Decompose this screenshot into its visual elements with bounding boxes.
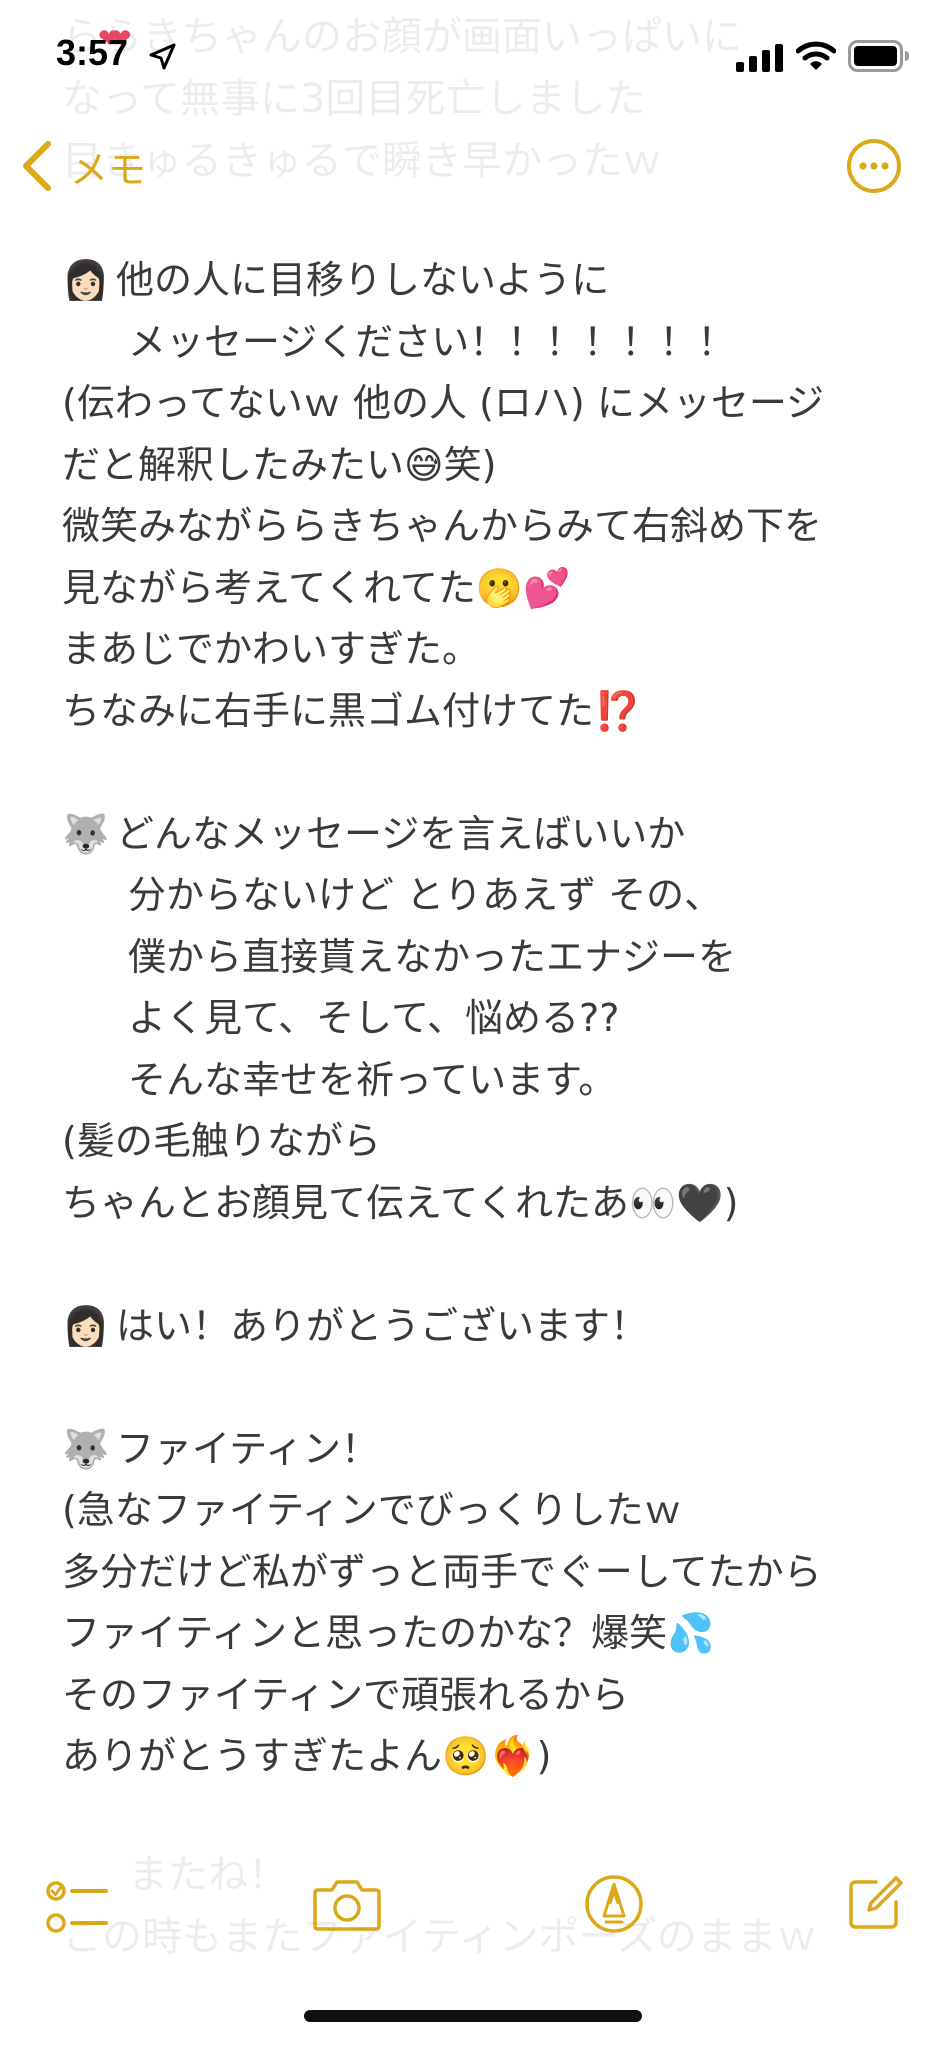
ghost-line: 目きゅるきゅるで瞬き早かったｗ [62, 138, 662, 184]
ghost-line: この時もまたファイティンポーズのままｗ [62, 1914, 817, 1960]
markup-pen-icon[interactable] [584, 1874, 644, 1934]
note-line-text: メッセージください！！！！！！！ [128, 319, 736, 364]
note-line-text: そのファイティンで頑張れるから [62, 1672, 629, 1717]
note-line: まあじでかわいすぎた。 [62, 619, 902, 681]
status-bar: ❤❤ 3:57 [0, 0, 946, 116]
note-line-text: (髪の毛触りながら [62, 1119, 381, 1163]
note-line-text: 微笑みながららきちゃんからみて右斜め下を [62, 504, 823, 548]
note-line-text: (急なファイティンでびっくりしたｗ [62, 1488, 682, 1532]
note-line-text: ちなみに右手に黒ゴム付けてた⁉️ [62, 688, 642, 733]
note-line-text: ファイティンと思ったのかな？爆笑💦 [62, 1611, 715, 1655]
note-body[interactable]: 👩🏻 他の人に目移りしないように メッセージください！！！！！！！ (伝わってないｗ … [62, 250, 902, 1788]
note-line: ちなみに右手に黒ゴム付けてた⁉️ [62, 681, 902, 743]
status-time: 3:57 [56, 32, 129, 73]
note-line: 🐺 ファイティン！ [62, 1419, 902, 1481]
wolf-emoji-icon: 🐺 [62, 1426, 110, 1471]
note-line-text: だと解釈したみたい😅笑) [62, 442, 497, 487]
note-line: ファイティンと思ったのかな？爆笑💦 [62, 1603, 902, 1665]
wolf-emoji-icon: 🐺 [62, 811, 110, 856]
note-line-text: 多分だけど私がずっと両手でぐーしてたから [62, 1549, 822, 1594]
note-line-text: そんな幸せを祈っています。 [128, 1057, 617, 1102]
chevron-left-icon [23, 141, 51, 191]
note-line: (急なファイティンでびっくりしたｗ [62, 1480, 902, 1542]
location-arrow-icon [149, 43, 176, 70]
note-line-text: 分からないけど とりあえず その、 [128, 873, 723, 917]
note-line: ありがとうすぎたよん🥺❤️‍🔥) [62, 1726, 902, 1788]
note-line-text: (伝わってないｗ 他の人 (ロハ) にメッセージ [62, 381, 825, 425]
back-button[interactable]: メモ [20, 134, 146, 198]
back-label: メモ [70, 147, 147, 192]
scrolled-note-text-bottom: またね！ この時もまたファイティンポーズのままｗ [62, 1844, 902, 1968]
note-line: (髪の毛触りながら [62, 1111, 902, 1173]
note-line-text: 見ながら考えてくれてた🫢💕 [62, 565, 571, 610]
note-line: メッセージください！！！！！！！ [62, 312, 902, 374]
wifi-icon [796, 41, 836, 70]
note-line: 見ながら考えてくれてた🫢💕 [62, 558, 902, 620]
note-line: 分からないけど とりあえず その、 [62, 865, 902, 927]
note-line: 👩🏻 他の人に目移りしないように [62, 250, 902, 312]
woman-emoji-icon: 👩🏻 [62, 258, 110, 302]
note-line: だと解釈したみたい😅笑) [62, 435, 902, 497]
home-indicator [304, 2010, 642, 2022]
note-blank-line [62, 1357, 902, 1419]
note-line: 微笑みながららきちゃんからみて右斜め下を [62, 496, 902, 558]
note-line-text: 他の人に目移りしないように [116, 258, 610, 302]
note-line: (伝わってないｗ 他の人 (ロハ) にメッセージ [62, 373, 902, 435]
note-line: ちゃんとお顔見て伝えてくれたあ👀🖤) [62, 1173, 902, 1235]
note-blank-line [62, 742, 902, 804]
note-line-text: はい！ありがとうございます！ [116, 1303, 649, 1348]
note-line: 👩🏻 はい！ありがとうございます！ [62, 1296, 902, 1358]
note-blank-line [62, 1234, 902, 1296]
note-line: そのファイティンで頑張れるから [62, 1665, 902, 1727]
note-line-text: まあじでかわいすぎた。 [62, 627, 481, 671]
note-line: 🐺 どんなメッセージを言えばいいか [62, 804, 902, 866]
compose-icon[interactable] [846, 1874, 904, 1932]
note-line: そんな幸せを祈っています。 [62, 1050, 902, 1112]
note-line-text: ファイティン！ [116, 1426, 379, 1471]
checklist-icon[interactable] [46, 1878, 110, 1936]
note-line-text: よく見て、そして、悩める?? [128, 996, 620, 1040]
battery-icon [848, 40, 909, 72]
note-line-text: ちゃんとお顔見て伝えてくれたあ👀🖤) [62, 1180, 739, 1225]
ellipsis-circle-icon[interactable] [846, 138, 902, 194]
note-line: 多分だけど私がずっと両手でぐーしてたから [62, 1542, 902, 1604]
cellular-signal-icon [736, 44, 783, 72]
note-line-text: どんなメッセージを言えばいいか [116, 811, 686, 856]
note-line: よく見て、そして、悩める?? [62, 988, 902, 1050]
note-line: 僕から直接貰えなかったエナジーを [62, 927, 902, 989]
ghost-line: またね！ [128, 1852, 288, 1898]
note-line-text: 僕から直接貰えなかったエナジーを [128, 934, 737, 979]
note-line-text: ありがとうすぎたよん🥺❤️‍🔥) [62, 1734, 552, 1778]
camera-icon[interactable] [312, 1876, 382, 1932]
woman-emoji-icon: 👩🏻 [62, 1303, 110, 1348]
